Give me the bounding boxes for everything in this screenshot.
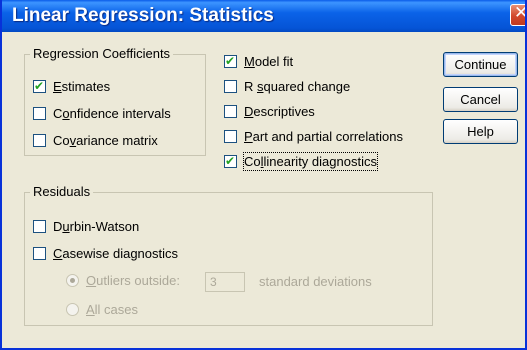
regression-coefficients-title: Regression Coefficients bbox=[30, 46, 174, 61]
r-squared-change-label: R squared change bbox=[244, 79, 351, 94]
checkbox-box bbox=[33, 220, 46, 233]
all-cases-label: All cases bbox=[86, 302, 139, 317]
residuals-title: Residuals bbox=[30, 184, 94, 199]
descriptives-label: Descriptives bbox=[244, 104, 315, 119]
estimates-label: Estimates bbox=[53, 79, 111, 94]
checkbox-box bbox=[224, 105, 237, 118]
close-icon: ✕ bbox=[514, 3, 527, 23]
radio-dot bbox=[70, 278, 75, 283]
close-button[interactable]: ✕ bbox=[510, 3, 527, 26]
part-partial-correlations-label: Part and partial correlations bbox=[244, 129, 403, 144]
durbin-watson-label: Durbin-Watson bbox=[53, 219, 140, 234]
checkbox-box: ✔ bbox=[33, 79, 46, 93]
checkbox-box bbox=[33, 107, 46, 120]
check-mark-icon: ✔ bbox=[225, 154, 236, 168]
checkbox-box bbox=[33, 134, 46, 147]
radio-circle bbox=[66, 274, 79, 287]
radio-circle bbox=[66, 303, 79, 316]
check-mark-icon: ✔ bbox=[225, 54, 236, 68]
checkbox-box bbox=[224, 80, 237, 93]
confidence-intervals-label: Confidence intervals bbox=[53, 106, 171, 121]
standard-deviations-label: standard deviations bbox=[259, 274, 372, 289]
model-fit-label: Model fit bbox=[244, 54, 294, 69]
outliers-sd-input[interactable]: 3 bbox=[205, 272, 245, 292]
dialog-window: Linear Regression: Statistics ✕ Regressi… bbox=[0, 0, 527, 350]
cancel-button[interactable]: Cancel bbox=[443, 87, 518, 112]
checkbox-box: ✔ bbox=[224, 54, 237, 68]
check-mark-icon: ✔ bbox=[34, 79, 45, 93]
title-bar[interactable]: Linear Regression: Statistics ✕ bbox=[2, 0, 527, 32]
covariance-matrix-label: Covariance matrix bbox=[53, 133, 158, 148]
collinearity-diagnostics-label: Collinearity diagnostics bbox=[243, 152, 378, 171]
outliers-outside-label: Outliers outside: bbox=[86, 273, 180, 288]
help-button[interactable]: Help bbox=[443, 119, 518, 144]
checkbox-box bbox=[224, 130, 237, 143]
checkbox-box: ✔ bbox=[224, 154, 237, 168]
continue-button[interactable]: Continue bbox=[443, 52, 518, 77]
window-title: Linear Regression: Statistics bbox=[12, 5, 274, 26]
casewise-diagnostics-label: Casewise diagnostics bbox=[53, 246, 179, 261]
checkbox-box bbox=[33, 247, 46, 260]
